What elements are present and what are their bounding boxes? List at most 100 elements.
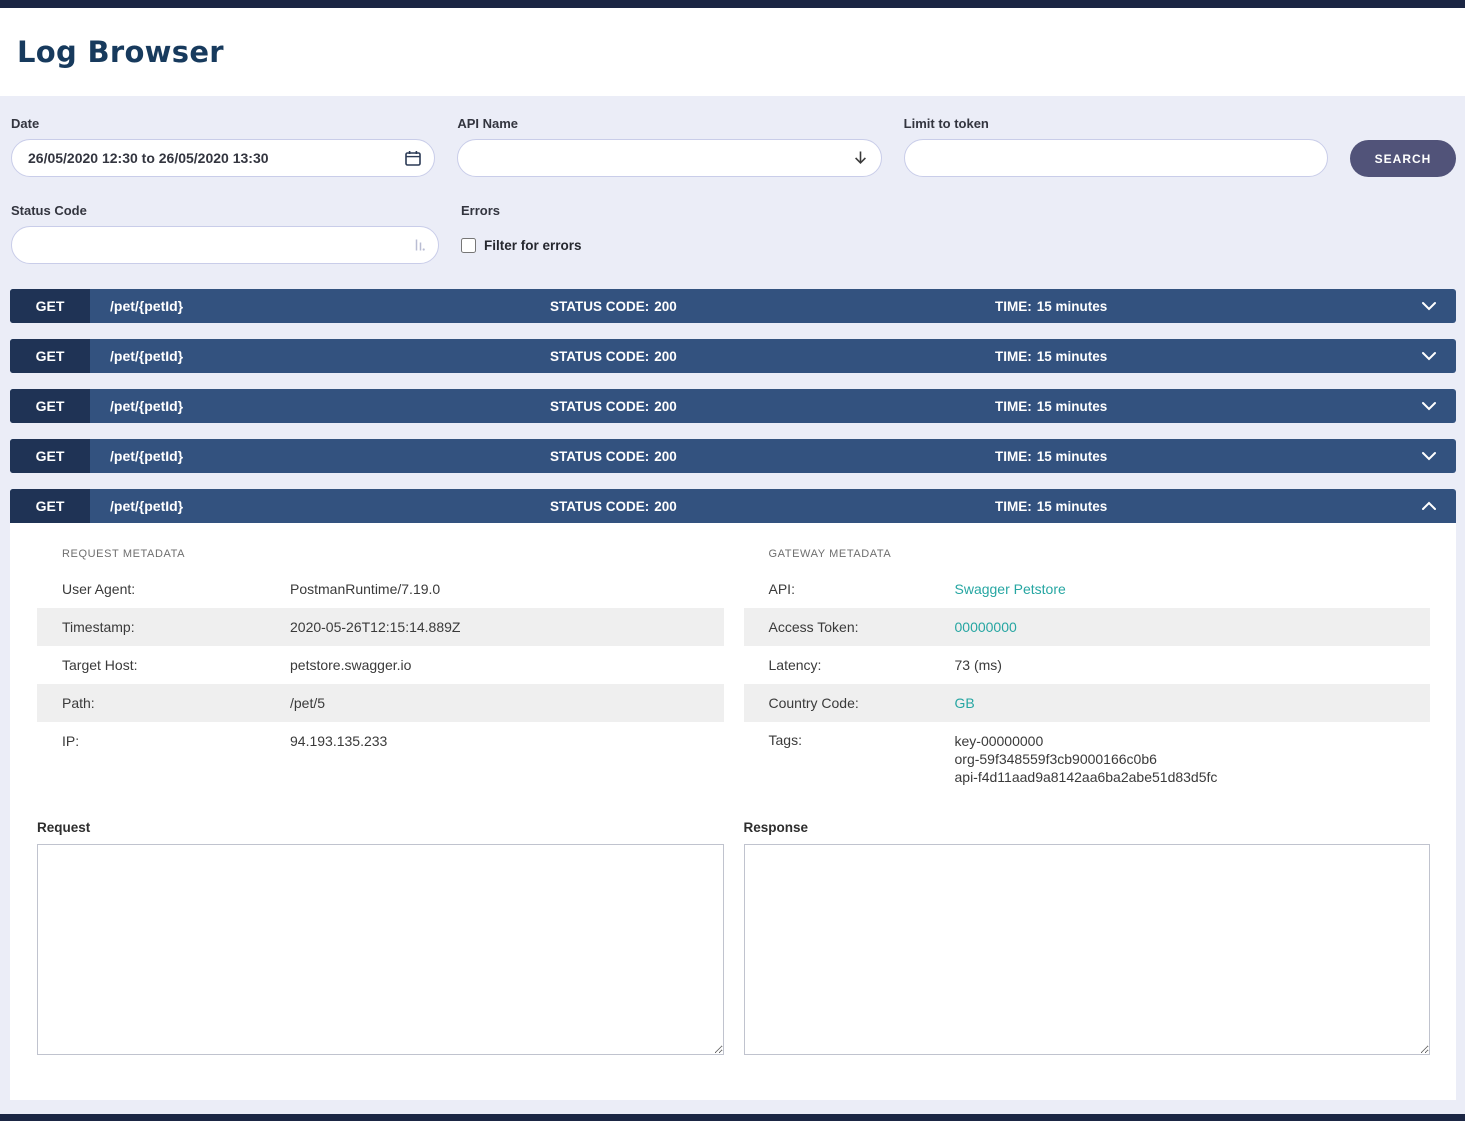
metadata-label: Access Token: <box>769 619 955 635</box>
metadata-row: Access Token: 00000000 <box>744 608 1431 646</box>
log-row[interactable]: GET /pet/{petId} STATUS CODE:200 TIME:15… <box>10 439 1456 473</box>
status-code-segment: STATUS CODE:200 <box>550 449 677 464</box>
chevron-up-icon[interactable] <box>1422 502 1436 511</box>
http-method-badge: GET <box>10 339 90 373</box>
endpoint-path: /pet/{petId} <box>110 398 183 414</box>
gateway-metadata-section: GATEWAY METADATA API: Swagger Petstore A… <box>744 548 1431 796</box>
request-metadata-section: REQUEST METADATA User Agent: PostmanRunt… <box>37 548 724 796</box>
dropdown-arrow-icon[interactable] <box>853 151 868 166</box>
log-row[interactable]: GET /pet/{petId} STATUS CODE:200 TIME:15… <box>10 289 1456 323</box>
time-segment: TIME:15 minutes <box>995 399 1107 414</box>
api-link[interactable]: Swagger Petstore <box>955 580 1066 598</box>
http-method-badge: GET <box>10 489 90 523</box>
status-code-segment: STATUS CODE:200 <box>550 499 677 514</box>
status-code-segment: STATUS CODE:200 <box>550 299 677 314</box>
request-body-label: Request <box>37 820 724 835</box>
status-code-input[interactable] <box>11 226 439 264</box>
bottom-window-bar <box>0 1114 1465 1121</box>
metadata-row: User Agent: PostmanRuntime/7.19.0 <box>37 570 724 608</box>
request-metadata-heading: REQUEST METADATA <box>37 548 724 560</box>
metadata-value: petstore.swagger.io <box>290 656 411 674</box>
http-method-badge: GET <box>10 439 90 473</box>
metadata-value: 73 (ms) <box>955 656 1002 674</box>
log-detail-panel: REQUEST METADATA User Agent: PostmanRunt… <box>10 523 1456 1100</box>
status-code-segment: STATUS CODE:200 <box>550 349 677 364</box>
endpoint-path: /pet/{petId} <box>110 348 183 364</box>
metadata-row: Tags: key-00000000 org-59f348559f3cb9000… <box>744 722 1431 796</box>
api-name-label: API Name <box>457 116 881 131</box>
metadata-label: Country Code: <box>769 695 955 711</box>
request-body-textarea[interactable] <box>37 844 724 1055</box>
metadata-label: IP: <box>62 733 290 749</box>
chevron-down-icon[interactable] <box>1422 302 1436 311</box>
status-code-segment: STATUS CODE:200 <box>550 399 677 414</box>
tags-list: key-00000000 org-59f348559f3cb9000166c0b… <box>955 732 1218 786</box>
metadata-label: User Agent: <box>62 581 290 597</box>
limit-to-token-input[interactable] <box>904 139 1328 177</box>
chevron-down-icon[interactable] <box>1422 402 1436 411</box>
api-name-select[interactable] <box>457 139 881 177</box>
http-method-badge: GET <box>10 289 90 323</box>
page-header: Log Browser <box>0 8 1465 96</box>
country-code-link[interactable]: GB <box>955 694 975 712</box>
metadata-row: IP: 94.193.135.233 <box>37 722 724 760</box>
metadata-label: API: <box>769 581 955 597</box>
errors-label: Errors <box>461 203 889 218</box>
time-segment: TIME:15 minutes <box>995 349 1107 364</box>
metadata-row: Target Host: petstore.swagger.io <box>37 646 724 684</box>
metadata-row: Country Code: GB <box>744 684 1431 722</box>
limit-to-token-label: Limit to token <box>904 116 1328 131</box>
metadata-value: /pet/5 <box>290 694 325 712</box>
time-segment: TIME:15 minutes <box>995 449 1107 464</box>
metadata-row: Timestamp: 2020-05-26T12:15:14.889Z <box>37 608 724 646</box>
response-body-textarea[interactable] <box>744 844 1431 1055</box>
log-list: GET /pet/{petId} STATUS CODE:200 TIME:15… <box>0 289 1465 523</box>
metadata-label: Path: <box>62 695 290 711</box>
log-row[interactable]: GET /pet/{petId} STATUS CODE:200 TIME:15… <box>10 339 1456 373</box>
metadata-label: Tags: <box>769 732 955 748</box>
search-button[interactable]: SEARCH <box>1350 140 1456 177</box>
calendar-icon[interactable] <box>405 150 421 166</box>
filter-for-errors-checkbox[interactable] <box>461 238 476 253</box>
metadata-value: PostmanRuntime/7.19.0 <box>290 580 440 598</box>
chevron-down-icon[interactable] <box>1422 452 1436 461</box>
http-method-badge: GET <box>10 389 90 423</box>
metadata-row: Path: /pet/5 <box>37 684 724 722</box>
log-row-expanded[interactable]: GET /pet/{petId} STATUS CODE:200 TIME:15… <box>10 489 1456 523</box>
top-window-bar <box>0 0 1465 8</box>
metadata-label: Latency: <box>769 657 955 673</box>
status-code-label: Status Code <box>11 203 439 218</box>
metadata-value: 94.193.135.233 <box>290 732 387 750</box>
date-label: Date <box>11 116 435 131</box>
endpoint-path: /pet/{petId} <box>110 498 183 514</box>
chevron-down-icon[interactable] <box>1422 352 1436 361</box>
multiselect-bars-icon <box>414 238 425 253</box>
filter-section: Date API Name <box>0 96 1465 289</box>
metadata-label: Target Host: <box>62 657 290 673</box>
metadata-row: API: Swagger Petstore <box>744 570 1431 608</box>
response-body-section: Response <box>744 820 1431 1060</box>
metadata-label: Timestamp: <box>62 619 290 635</box>
errors-filter: Errors Filter for errors <box>461 203 889 264</box>
time-segment: TIME:15 minutes <box>995 299 1107 314</box>
metadata-row: Latency: 73 (ms) <box>744 646 1431 684</box>
gateway-metadata-heading: GATEWAY METADATA <box>744 548 1431 560</box>
time-segment: TIME:15 minutes <box>995 499 1107 514</box>
status-code-filter: Status Code <box>11 203 439 264</box>
date-filter: Date <box>11 116 435 177</box>
request-body-section: Request <box>37 820 724 1060</box>
filter-for-errors-label: Filter for errors <box>484 238 582 253</box>
tag-item: api-f4d11aad9a8142aa6ba2abe51d83d5fc <box>955 768 1218 786</box>
response-body-label: Response <box>744 820 1431 835</box>
limit-to-token-filter: Limit to token <box>904 116 1328 177</box>
date-range-input[interactable] <box>11 139 435 177</box>
metadata-value: 2020-05-26T12:15:14.889Z <box>290 618 460 636</box>
endpoint-path: /pet/{petId} <box>110 298 183 314</box>
log-row[interactable]: GET /pet/{petId} STATUS CODE:200 TIME:15… <box>10 389 1456 423</box>
page-title: Log Browser <box>17 35 224 69</box>
access-token-link[interactable]: 00000000 <box>955 618 1017 636</box>
tag-item: org-59f348559f3cb9000166c0b6 <box>955 750 1218 768</box>
api-name-filter: API Name <box>457 116 881 177</box>
tag-item: key-00000000 <box>955 732 1218 750</box>
endpoint-path: /pet/{petId} <box>110 448 183 464</box>
